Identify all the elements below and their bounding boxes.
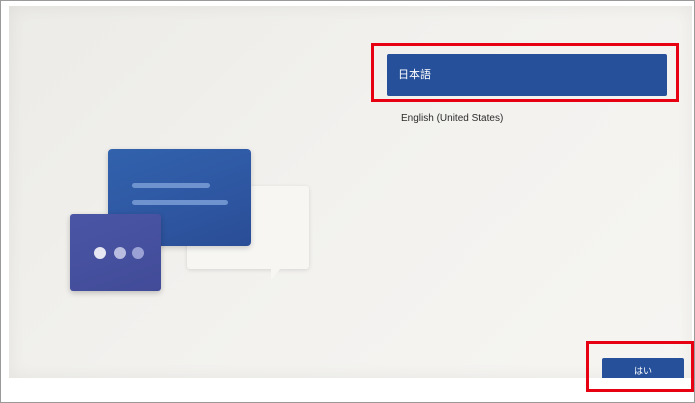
text-line xyxy=(132,183,210,188)
language-option-english-us[interactable]: English (United States) xyxy=(401,109,665,129)
chat-bubble-tail xyxy=(271,268,281,280)
screenshot-frame: 日本語 English (United States) はい xyxy=(0,0,695,403)
language-option-japanese[interactable]: 日本語 xyxy=(387,54,667,96)
yes-button[interactable]: はい xyxy=(602,358,684,378)
typing-dot xyxy=(114,247,126,259)
setup-screen: 日本語 English (United States) はい xyxy=(9,6,692,378)
chat-bubble-purple xyxy=(70,214,161,291)
typing-dot xyxy=(132,247,144,259)
typing-dot xyxy=(94,247,106,259)
text-line xyxy=(132,200,228,205)
